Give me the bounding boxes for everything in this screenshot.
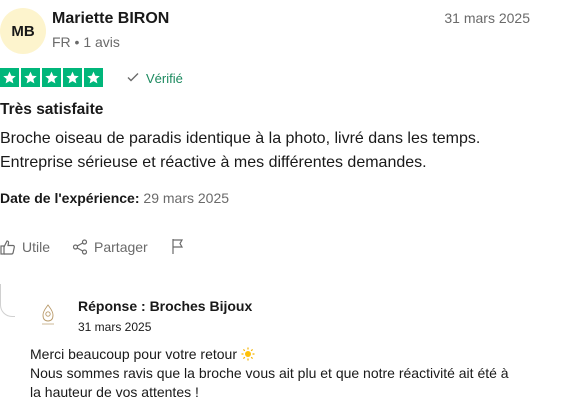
useful-button[interactable]: Utile — [0, 239, 50, 255]
star-icon — [42, 68, 61, 87]
star-icon — [63, 68, 82, 87]
share-button[interactable]: Partager — [72, 239, 148, 255]
star-icon — [0, 68, 19, 87]
review-actions: Utile Partager — [0, 238, 208, 255]
reply-line: la hauteur de vos attentes ! — [30, 384, 199, 400]
reply-line: Merci beaucoup pour votre retour — [30, 345, 540, 364]
reply-body: Merci beaucoup pour votre retour Nous so… — [30, 345, 540, 402]
star-icon — [84, 68, 103, 87]
check-icon — [126, 70, 140, 87]
reviewer-name[interactable]: Mariette BIRON — [52, 10, 169, 28]
star-rating — [0, 68, 103, 87]
review-title: Très satisfaite — [0, 101, 104, 118]
star-icon — [21, 68, 40, 87]
review-date: 31 mars 2025 — [444, 10, 530, 26]
review-body-line: Broche oiseau de paradis identique à la … — [0, 130, 481, 147]
share-label: Partager — [94, 238, 148, 255]
thumbs-up-icon — [0, 239, 16, 255]
reply-line-text: Merci beaucoup pour votre retour — [30, 346, 241, 362]
reply-line: Nous sommes ravis que la broche vous ait… — [30, 365, 509, 381]
useful-label: Utile — [22, 238, 51, 255]
reply-connector — [0, 284, 15, 317]
verified-badge[interactable]: Vérifié — [126, 70, 183, 87]
reviewer-meta: FR • 1 avis — [52, 34, 120, 50]
share-icon — [72, 238, 88, 255]
review-body: Broche oiseau de paradis identique à la … — [0, 127, 540, 175]
avatar-initials: MB — [11, 22, 35, 40]
review-body-line: Entreprise sérieuse et réactive à mes di… — [0, 154, 427, 171]
sun-emoji-icon — [241, 346, 255, 362]
experience-date: Date de l'expérience: 29 mars 2025 — [0, 190, 229, 206]
flag-icon — [170, 238, 186, 255]
flag-button[interactable] — [170, 238, 186, 255]
experience-label: Date de l'expérience: — [0, 190, 140, 206]
reply-title: Réponse : Broches Bijoux — [78, 298, 253, 314]
reply-date: 31 mars 2025 — [78, 320, 152, 334]
verified-label: Vérifié — [146, 71, 183, 86]
experience-value: 29 mars 2025 — [143, 190, 230, 206]
company-logo — [34, 301, 62, 329]
avatar: MB — [0, 8, 46, 54]
